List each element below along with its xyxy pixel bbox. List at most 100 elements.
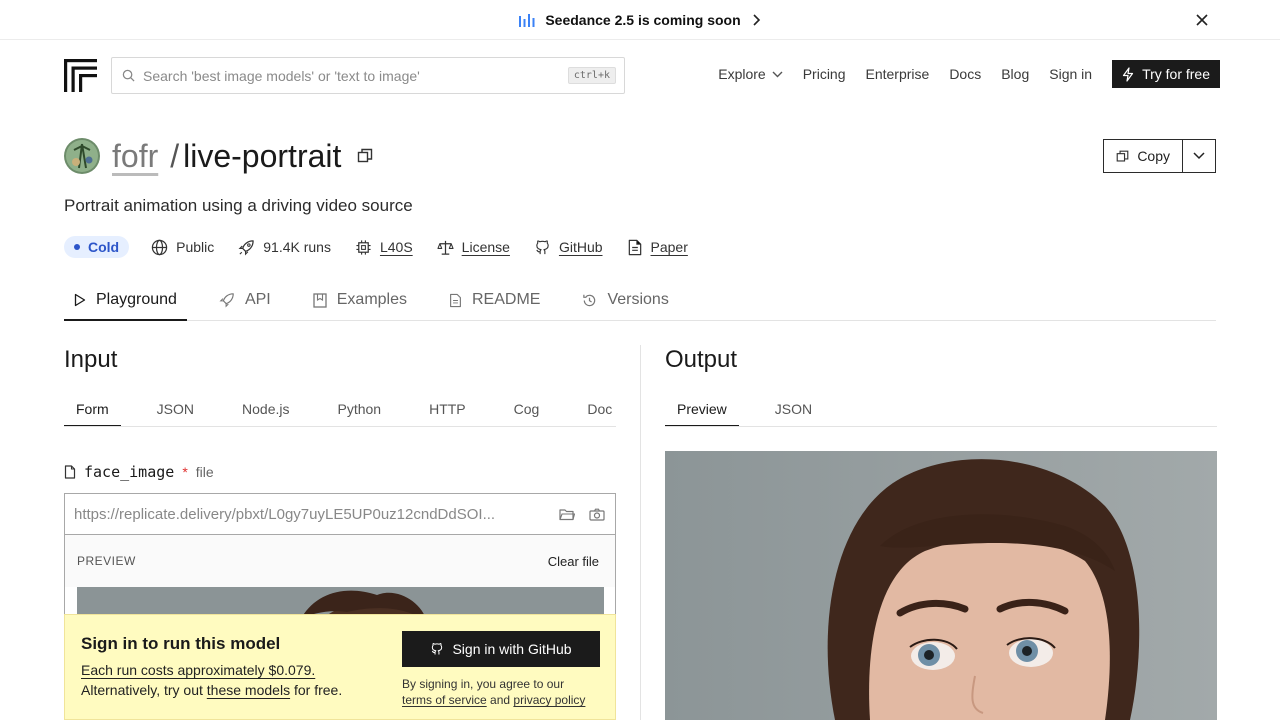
visibility-label: Public (176, 239, 215, 255)
model-tabs: Playground API Examples README Versions (64, 280, 1216, 321)
model-owner-link[interactable]: fofr (112, 138, 158, 175)
column-divider (640, 345, 641, 720)
nav-enterprise[interactable]: Enterprise (866, 66, 930, 82)
close-icon[interactable] (1192, 10, 1212, 30)
copy-icon[interactable] (357, 148, 373, 164)
run-count-label: 91.4K runs (263, 239, 331, 255)
tab-versions-label: Versions (607, 291, 669, 308)
visibility: Public (151, 239, 214, 256)
status-badge: Cold (64, 236, 130, 258)
run-cost-link[interactable]: Each run costs approximately $0.079. (81, 662, 315, 678)
site-header: ctrl+k Explore Pricing Enterprise Docs B… (64, 56, 1220, 96)
nav-pricing[interactable]: Pricing (803, 66, 846, 82)
alternative-text: Alternatively, try out these models for … (81, 682, 342, 698)
search-shortcut: ctrl+k (567, 67, 616, 84)
nav-explore[interactable]: Explore (718, 66, 783, 82)
status-label: Cold (88, 239, 120, 255)
input-heading: Input (64, 346, 118, 373)
subtab-preview[interactable]: Preview (665, 392, 739, 426)
chevron-down-icon (772, 71, 783, 77)
clear-file-button[interactable]: Clear file (548, 554, 599, 569)
chip-icon (356, 239, 371, 255)
tab-readme-label: README (472, 291, 541, 308)
main-nav: Explore Pricing Enterprise Docs Blog Sig… (698, 60, 1220, 88)
alt-prefix: Alternatively, try out (81, 682, 207, 698)
github-icon (536, 239, 549, 254)
subtab-json[interactable]: JSON (145, 392, 206, 426)
copy-button[interactable]: Copy (1104, 140, 1182, 172)
announcement-bar: Seedance 2.5 is coming soon (0, 0, 1280, 40)
tab-readme[interactable]: README (439, 280, 550, 320)
license-label: License (461, 239, 510, 255)
tab-api[interactable]: API (209, 280, 281, 320)
subtab-python[interactable]: Python (325, 392, 393, 426)
copy-button-group: Copy (1103, 139, 1216, 173)
these-models-link[interactable]: these models (207, 682, 290, 698)
tab-examples-label: Examples (336, 291, 407, 308)
nav-blog[interactable]: Blog (1001, 66, 1029, 82)
model-title: fofr / live-portrait (64, 136, 373, 176)
model-name: live-portrait (183, 137, 342, 174)
field-name: face_image (84, 463, 175, 481)
announcement-text: Seedance 2.5 is coming soon (545, 11, 741, 28)
subtab-http[interactable]: HTTP (417, 392, 478, 426)
privacy-policy-link[interactable]: privacy policy (513, 693, 585, 707)
input-format-tabs: Form JSON Node.js Python HTTP Cog Doc (64, 392, 616, 427)
nav-sign-in[interactable]: Sign in (1049, 66, 1092, 82)
run-count: 91.4K runs (238, 239, 331, 256)
output-format-tabs: Preview JSON (665, 392, 1217, 427)
terms-of-service-link[interactable]: terms of service (402, 693, 487, 707)
rocket-icon (219, 293, 234, 308)
subtab-cog[interactable]: Cog (502, 392, 552, 426)
face-image-url-input[interactable] (74, 505, 559, 523)
replicate-logo[interactable] (64, 59, 97, 92)
play-icon (74, 293, 86, 306)
license-link[interactable]: License (437, 239, 510, 256)
bar-chart-icon (519, 13, 535, 27)
try-for-free-button[interactable]: Try for free (1112, 60, 1220, 88)
paper-label: Paper (650, 239, 688, 255)
bookmark-icon (313, 292, 327, 308)
lightning-icon (1122, 66, 1134, 82)
announcement-link[interactable]: Seedance 2.5 is coming soon (519, 12, 760, 28)
github-button-label: Sign in with GitHub (452, 641, 572, 657)
title-separator: / (170, 137, 180, 174)
folder-icon[interactable] (559, 508, 575, 521)
nav-docs[interactable]: Docs (949, 66, 981, 82)
tab-versions[interactable]: Versions (572, 280, 678, 320)
avatar[interactable] (64, 138, 100, 174)
github-link[interactable]: GitHub (534, 239, 603, 256)
terms-text: By signing in, you agree to our terms of… (402, 676, 607, 708)
camera-icon[interactable] (589, 508, 605, 521)
hardware-label: L40S (379, 239, 413, 255)
try-for-free-label: Try for free (1142, 66, 1210, 82)
copy-dropdown-button[interactable] (1182, 140, 1215, 172)
chevron-right-icon (753, 13, 760, 26)
terms-and: and (486, 693, 514, 707)
nav-explore-label: Explore (718, 66, 766, 82)
face-image-label: face_image * file (64, 463, 214, 481)
tab-examples[interactable]: Examples (303, 280, 417, 320)
github-label: GitHub (558, 239, 603, 255)
tab-api-label: API (244, 291, 271, 308)
required-mark: * (182, 464, 188, 480)
output-heading: Output (665, 346, 738, 373)
tab-playground[interactable]: Playground (64, 280, 187, 321)
search-box[interactable]: ctrl+k (111, 57, 625, 94)
file-url-row (65, 494, 615, 535)
signin-title: Sign in to run this model (81, 634, 281, 653)
search-input[interactable] (143, 67, 568, 84)
subtab-nodejs[interactable]: Node.js (230, 392, 301, 426)
subtab-form[interactable]: Form (64, 392, 121, 426)
rocket-icon (238, 239, 254, 255)
subtab-docker[interactable]: Doc (575, 392, 616, 426)
github-icon (432, 643, 443, 655)
alt-suffix: for free. (290, 682, 343, 698)
paper-link[interactable]: Paper (627, 239, 688, 256)
hardware-link[interactable]: L40S (355, 239, 413, 256)
model-meta: Cold Public 91.4K runs L40S License GitH… (64, 235, 712, 259)
subtab-output-json[interactable]: JSON (763, 392, 824, 426)
sign-in-with-github-button[interactable]: Sign in with GitHub (402, 631, 600, 667)
copy-icon (1116, 150, 1129, 162)
copy-label: Copy (1137, 148, 1170, 164)
